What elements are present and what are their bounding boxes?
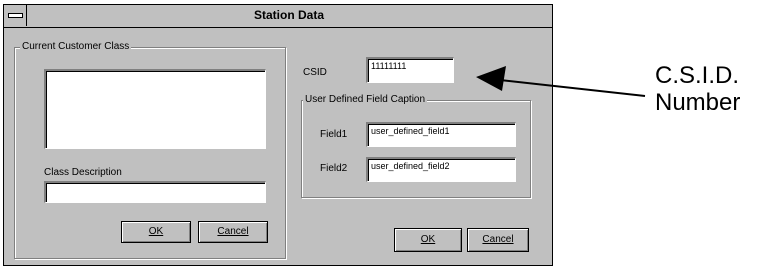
station-data-dialog: Station Data Current Customer Class Clas… [3, 4, 553, 266]
annotation-line1: C.S.I.D. [655, 62, 740, 89]
csid-input[interactable]: 11111111 [366, 57, 454, 83]
customer-class-list[interactable] [44, 69, 266, 149]
user-defined-group [301, 100, 531, 198]
ok-label: OK [148, 226, 164, 237]
window-title: Station Data [253, 8, 324, 22]
csid-label: CSID [303, 67, 327, 78]
field2-label: Field2 [320, 163, 348, 174]
field2-input[interactable]: user_defined_field2 [366, 157, 516, 182]
field1-label: Field1 [320, 129, 348, 140]
cancel-label: Cancel [482, 234, 514, 245]
field1-input[interactable]: user_defined_field1 [366, 122, 516, 147]
class-description-input[interactable] [44, 181, 266, 203]
annotation-line2: Number [655, 89, 741, 116]
ok-label: OK [420, 234, 436, 245]
customer-class-ok-button[interactable]: OK [121, 221, 191, 243]
customer-class-group-label: Current Customer Class [20, 41, 132, 52]
annotation-arrow-icon [476, 66, 646, 97]
class-description-label: Class Description [44, 167, 122, 178]
customer-class-cancel-button[interactable]: Cancel [198, 221, 268, 243]
system-menu-icon[interactable] [4, 5, 27, 26]
dialog-cancel-button[interactable]: Cancel [467, 228, 529, 252]
user-defined-group-label: User Defined Field Caption [303, 94, 428, 105]
dialog-ok-button[interactable]: OK [394, 228, 462, 252]
title-bar: Station Data [4, 5, 552, 28]
csid-annotation: C.S.I.D. Number [655, 62, 740, 116]
cancel-label: Cancel [217, 226, 249, 237]
